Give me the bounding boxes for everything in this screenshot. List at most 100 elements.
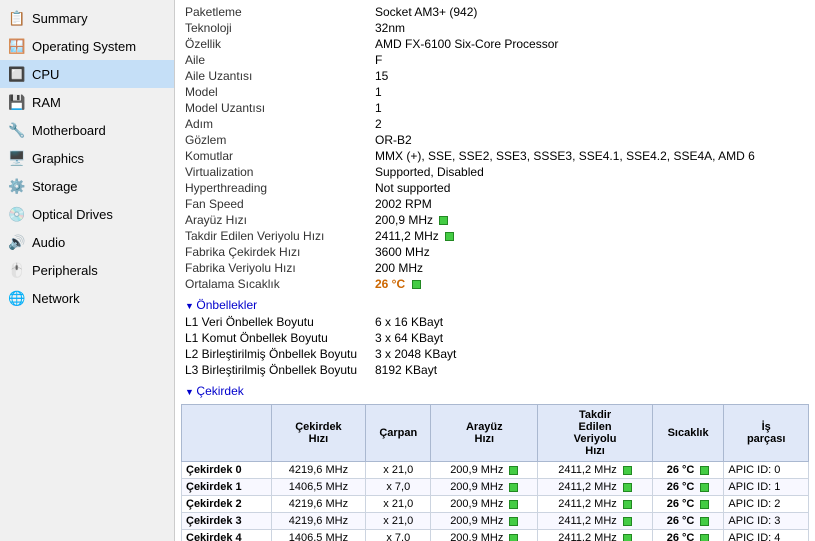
main-content: Paketleme Socket AM3+ (942) Teknoloji 32… bbox=[175, 0, 815, 541]
storage-icon: ⚙️ bbox=[8, 177, 26, 195]
core-apic: APIC ID: 0 bbox=[724, 462, 809, 479]
core-speed: 4219,6 MHz bbox=[271, 513, 366, 530]
col-header-temp: Sıcaklık bbox=[652, 405, 724, 462]
sidebar-item-motherboard[interactable]: 🔧 Motherboard bbox=[0, 116, 174, 144]
core-temp: 26 °C bbox=[652, 530, 724, 541]
prop-label: Aile bbox=[181, 52, 371, 68]
sidebar-item-summary[interactable]: 📋 Summary bbox=[0, 4, 174, 32]
table-row: Paketleme Socket AM3+ (942) bbox=[181, 4, 809, 20]
prop-label: Aile Uzantısı bbox=[181, 68, 371, 84]
core-temp: 26 °C bbox=[652, 496, 724, 513]
prop-value: AMD FX-6100 Six-Core Processor bbox=[371, 36, 809, 52]
cache-tree-toggle[interactable]: Önbellekler bbox=[181, 296, 809, 314]
table-row: L1 Komut Önbellek Boyutu 3 x 64 KBayt bbox=[181, 330, 809, 346]
sidebar-item-cpu[interactable]: 🔲 CPU bbox=[0, 60, 174, 88]
graphics-icon: 🖥️ bbox=[8, 149, 26, 167]
indicator-dot bbox=[700, 517, 709, 526]
table-row: Gözlem OR-B2 bbox=[181, 132, 809, 148]
indicator-dot bbox=[509, 517, 518, 526]
core-row: Çekirdek 0 4219,6 MHz x 21,0 200,9 MHz 2… bbox=[182, 462, 809, 479]
sidebar-item-ram[interactable]: 💾 RAM bbox=[0, 88, 174, 116]
core-bus: 200,9 MHz bbox=[431, 479, 538, 496]
sidebar-label-os: Operating System bbox=[32, 39, 136, 54]
core-multiplier: x 21,0 bbox=[366, 462, 431, 479]
sidebar-item-os[interactable]: 🪟 Operating System bbox=[0, 32, 174, 60]
table-row: Fabrika Veriyolu Hızı 200 MHz bbox=[181, 260, 809, 276]
indicator-dot bbox=[700, 534, 709, 541]
core-rated: 2411,2 MHz bbox=[538, 479, 652, 496]
prop-label: Fabrika Çekirdek Hızı bbox=[181, 244, 371, 260]
prop-value: 200 MHz bbox=[371, 260, 809, 276]
core-rated: 2411,2 MHz bbox=[538, 462, 652, 479]
core-apic: APIC ID: 3 bbox=[724, 513, 809, 530]
core-name: Çekirdek 2 bbox=[182, 496, 272, 513]
summary-icon: 📋 bbox=[8, 9, 26, 27]
table-row: Adım 2 bbox=[181, 116, 809, 132]
core-rated: 2411,2 MHz bbox=[538, 530, 652, 541]
core-row: Çekirdek 2 4219,6 MHz x 21,0 200,9 MHz 2… bbox=[182, 496, 809, 513]
cache-label: L1 Komut Önbellek Boyutu bbox=[181, 330, 371, 346]
sidebar-label-motherboard: Motherboard bbox=[32, 123, 106, 138]
sidebar-item-graphics[interactable]: 🖥️ Graphics bbox=[0, 144, 174, 172]
prop-value: Supported, Disabled bbox=[371, 164, 809, 180]
prop-label: Özellik bbox=[181, 36, 371, 52]
prop-value: 15 bbox=[371, 68, 809, 84]
table-row: Fabrika Çekirdek Hızı 3600 MHz bbox=[181, 244, 809, 260]
sidebar-item-peripherals[interactable]: 🖱️ Peripherals bbox=[0, 256, 174, 284]
indicator-dot bbox=[623, 466, 632, 475]
network-icon: 🌐 bbox=[8, 289, 26, 307]
core-rated: 2411,2 MHz bbox=[538, 513, 652, 530]
prop-label: Paketleme bbox=[181, 4, 371, 20]
core-apic: APIC ID: 2 bbox=[724, 496, 809, 513]
cache-value: 8192 KBayt bbox=[371, 362, 809, 378]
ram-icon: 💾 bbox=[8, 93, 26, 111]
core-name: Çekirdek 3 bbox=[182, 513, 272, 530]
indicator-dot bbox=[509, 466, 518, 475]
indicator-dot bbox=[623, 534, 632, 541]
prop-value: 2 bbox=[371, 116, 809, 132]
indicator-dot bbox=[700, 500, 709, 509]
indicator-dot bbox=[700, 483, 709, 492]
sidebar-label-audio: Audio bbox=[32, 235, 65, 250]
core-row: Çekirdek 4 1406,5 MHz x 7,0 200,9 MHz 24… bbox=[182, 530, 809, 541]
col-header-name bbox=[182, 405, 272, 462]
core-tree-toggle[interactable]: Çekirdek bbox=[181, 382, 809, 400]
indicator-dot bbox=[623, 483, 632, 492]
cache-value: 6 x 16 KBayt bbox=[371, 314, 809, 330]
core-name: Çekirdek 0 bbox=[182, 462, 272, 479]
prop-label: Teknoloji bbox=[181, 20, 371, 36]
core-temp: 26 °C bbox=[652, 513, 724, 530]
core-table: ÇekirdekHızı Çarpan ArayüzHızı TakdirEdi… bbox=[181, 404, 809, 541]
sidebar-item-network[interactable]: 🌐 Network bbox=[0, 284, 174, 312]
prop-label: Fabrika Veriyolu Hızı bbox=[181, 260, 371, 276]
core-row: Çekirdek 3 4219,6 MHz x 21,0 200,9 MHz 2… bbox=[182, 513, 809, 530]
sidebar-label-cpu: CPU bbox=[32, 67, 59, 82]
prop-value: Not supported bbox=[371, 180, 809, 196]
table-row: Model Uzantısı 1 bbox=[181, 100, 809, 116]
prop-label: Ortalama Sıcaklık bbox=[181, 276, 371, 292]
table-row: Takdir Edilen Veriyolu Hızı 2411,2 MHz bbox=[181, 228, 809, 244]
core-section: ÇekirdekHızı Çarpan ArayüzHızı TakdirEdi… bbox=[181, 404, 809, 541]
core-multiplier: x 7,0 bbox=[366, 530, 431, 541]
table-row: Virtualization Supported, Disabled bbox=[181, 164, 809, 180]
prop-label: Adım bbox=[181, 116, 371, 132]
core-bus: 200,9 MHz bbox=[431, 530, 538, 541]
core-speed: 4219,6 MHz bbox=[271, 496, 366, 513]
sidebar-item-audio[interactable]: 🔊 Audio bbox=[0, 228, 174, 256]
core-bus: 200,9 MHz bbox=[431, 513, 538, 530]
cache-label: L1 Veri Önbellek Boyutu bbox=[181, 314, 371, 330]
cpu-info-table: Paketleme Socket AM3+ (942) Teknoloji 32… bbox=[181, 4, 809, 292]
sidebar-label-network: Network bbox=[32, 291, 80, 306]
col-header-multiplier: Çarpan bbox=[366, 405, 431, 462]
col-header-bus: ArayüzHızı bbox=[431, 405, 538, 462]
prop-value: Socket AM3+ (942) bbox=[371, 4, 809, 20]
table-row: L2 Birleştirilmiş Önbellek Boyutu 3 x 20… bbox=[181, 346, 809, 362]
core-name: Çekirdek 4 bbox=[182, 530, 272, 541]
cache-label: L2 Birleştirilmiş Önbellek Boyutu bbox=[181, 346, 371, 362]
core-name: Çekirdek 1 bbox=[182, 479, 272, 496]
col-header-rated: TakdirEdilenVeriyoluHızı bbox=[538, 405, 652, 462]
sidebar-label-ram: RAM bbox=[32, 95, 61, 110]
audio-icon: 🔊 bbox=[8, 233, 26, 251]
sidebar-item-storage[interactable]: ⚙️ Storage bbox=[0, 172, 174, 200]
sidebar-item-optical[interactable]: 💿 Optical Drives bbox=[0, 200, 174, 228]
